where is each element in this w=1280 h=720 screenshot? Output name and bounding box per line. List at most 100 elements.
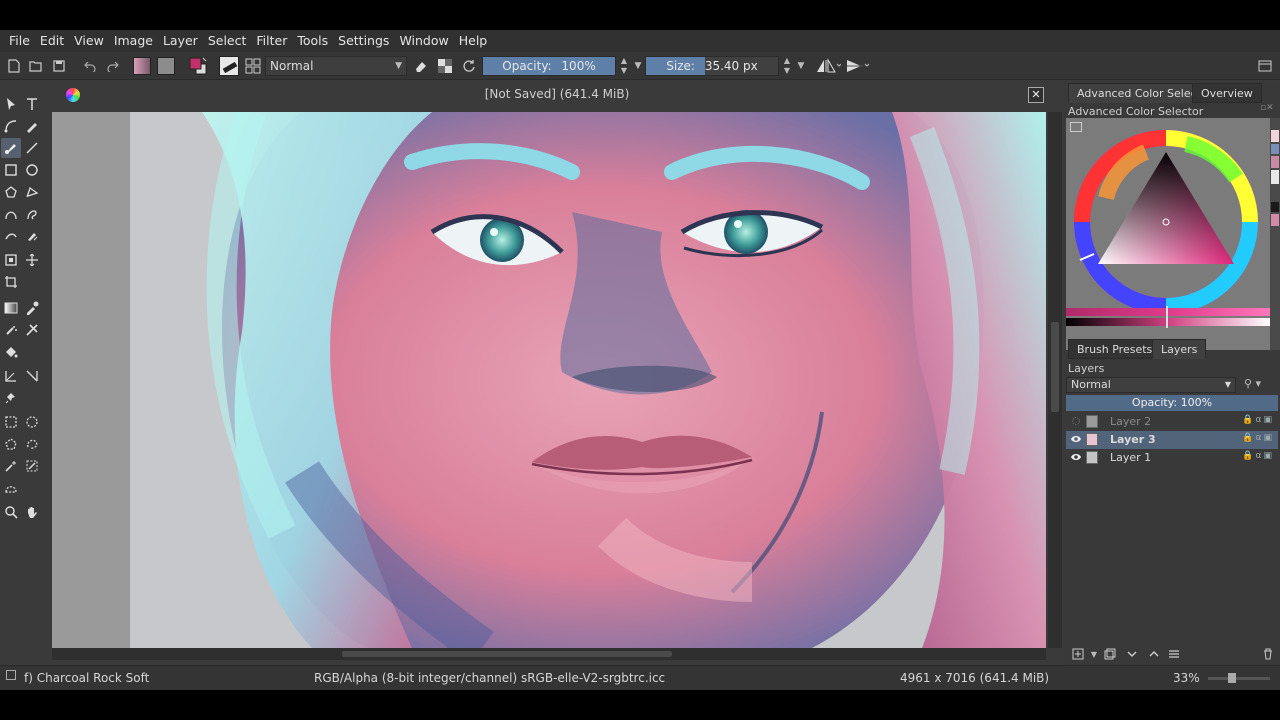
mirror-vertical-icon[interactable] bbox=[844, 56, 872, 76]
line-tool-icon[interactable] bbox=[22, 138, 42, 158]
zoom-slider[interactable] bbox=[1208, 677, 1270, 680]
layer-blend-mode-select[interactable]: Normal ▼ bbox=[1066, 377, 1236, 393]
gradient-tool-icon[interactable] bbox=[1, 298, 21, 318]
transform-tool-icon[interactable] bbox=[1, 250, 21, 270]
current-brush-name[interactable]: f) Charcoal Rock Soft bbox=[24, 671, 149, 685]
undo-icon[interactable] bbox=[82, 56, 98, 76]
swatch-6[interactable] bbox=[1271, 214, 1279, 226]
size-dropdown-icon[interactable]: ▼ bbox=[795, 56, 807, 76]
opacity-slider[interactable]: Opacity: 100% bbox=[482, 56, 616, 76]
move-layer-up-icon[interactable] bbox=[1146, 646, 1162, 662]
assistant-tool-icon[interactable] bbox=[22, 320, 42, 340]
measure-tool-icon[interactable] bbox=[1, 366, 21, 386]
layer-opacity-slider[interactable]: Opacity: 100% bbox=[1066, 395, 1278, 411]
reference-line-icon[interactable] bbox=[22, 366, 42, 386]
freehand-selection-icon[interactable] bbox=[22, 434, 42, 454]
add-layer-dropdown-icon[interactable]: ▼ bbox=[1086, 646, 1102, 662]
menu-image[interactable]: Image bbox=[109, 30, 158, 52]
size-slider[interactable]: Size: 35.40 px bbox=[645, 56, 779, 76]
rectangular-selection-icon[interactable] bbox=[1, 412, 21, 432]
tab-layers[interactable]: Layers bbox=[1152, 339, 1207, 359]
color-selector-area[interactable] bbox=[1066, 118, 1270, 350]
menu-edit[interactable]: Edit bbox=[35, 30, 69, 52]
brush-preset-status-icon[interactable] bbox=[6, 670, 16, 680]
zoom-tool-icon[interactable] bbox=[1, 502, 21, 522]
eraser-mode-icon[interactable] bbox=[412, 56, 430, 76]
fill-tool-icon[interactable] bbox=[1, 342, 21, 362]
opacity-spinner[interactable]: ▲ ▼ bbox=[618, 56, 630, 76]
tab-brush-presets[interactable]: Brush Presets bbox=[1068, 339, 1162, 359]
layer-properties-icon[interactable] bbox=[1166, 646, 1182, 662]
visibility-off-icon[interactable] bbox=[1070, 416, 1082, 429]
reference-images-icon[interactable] bbox=[1, 388, 21, 408]
text-tool-icon[interactable] bbox=[22, 94, 42, 114]
tab-overview[interactable]: Overview bbox=[1192, 83, 1262, 103]
menu-view[interactable]: View bbox=[69, 30, 109, 52]
polyline-tool-icon[interactable] bbox=[22, 182, 42, 202]
elliptical-selection-icon[interactable] bbox=[22, 412, 42, 432]
polygonal-selection-icon[interactable] bbox=[1, 434, 21, 454]
redo-icon[interactable] bbox=[105, 56, 121, 76]
layer-lock-alpha-icons[interactable]: 🔒α▣ bbox=[1242, 415, 1274, 425]
freehand-brush-icon[interactable] bbox=[1, 138, 21, 158]
drawing-canvas[interactable] bbox=[52, 112, 1046, 648]
layer-lock-alpha-icons[interactable]: 🔒α▣ bbox=[1242, 433, 1274, 443]
menu-filter[interactable]: Filter bbox=[251, 30, 292, 52]
brush-settings-icon[interactable] bbox=[243, 56, 263, 76]
opacity-dropdown-icon[interactable]: ▼ bbox=[632, 56, 644, 76]
gradient-preset-icon[interactable] bbox=[132, 56, 152, 76]
eye-icon[interactable] bbox=[1070, 434, 1082, 447]
smart-patch-icon[interactable] bbox=[1, 320, 21, 340]
zoom-slider-handle[interactable] bbox=[1228, 673, 1236, 683]
reload-preset-icon[interactable] bbox=[460, 56, 478, 76]
horizontal-scrollbar[interactable] bbox=[52, 648, 1046, 660]
toolbar-menu-icon[interactable] bbox=[1256, 56, 1274, 76]
pan-tool-icon[interactable] bbox=[22, 502, 42, 522]
edit-shapes-icon[interactable] bbox=[1, 116, 21, 136]
move-tool-icon[interactable] bbox=[22, 250, 42, 270]
swatch-3[interactable] bbox=[1271, 156, 1279, 168]
dynamic-brush-icon[interactable] bbox=[1, 226, 21, 246]
bezier-curve-icon[interactable] bbox=[1, 204, 21, 224]
duplicate-layer-icon[interactable] bbox=[1102, 646, 1118, 662]
multibrush-icon[interactable] bbox=[22, 226, 42, 246]
open-document-icon[interactable] bbox=[28, 56, 44, 76]
slider-handle[interactable] bbox=[1166, 306, 1168, 328]
layer-row-layer-1[interactable]: Layer 1 🔒α▣ bbox=[1066, 449, 1278, 467]
foreground-background-color-icon[interactable] bbox=[187, 56, 209, 76]
value-slider[interactable] bbox=[1066, 318, 1270, 326]
zoom-level[interactable]: 33% bbox=[1173, 671, 1200, 685]
similar-color-selection-icon[interactable] bbox=[22, 456, 42, 476]
preserve-alpha-icon[interactable] bbox=[436, 56, 454, 76]
size-spinner[interactable]: ▲ ▼ bbox=[781, 56, 793, 76]
swatch-5[interactable] bbox=[1271, 202, 1279, 212]
delete-layer-icon[interactable] bbox=[1260, 646, 1276, 662]
swatch-2[interactable] bbox=[1271, 144, 1279, 154]
vertical-scrollbar[interactable] bbox=[1048, 112, 1062, 648]
menu-select[interactable]: Select bbox=[203, 30, 252, 52]
selector-settings-icon[interactable] bbox=[1070, 122, 1082, 132]
crop-tool-icon[interactable] bbox=[1, 272, 21, 292]
select-shapes-icon[interactable] bbox=[1, 94, 21, 114]
pattern-preset-icon[interactable] bbox=[156, 56, 176, 76]
add-layer-icon[interactable] bbox=[1070, 646, 1086, 662]
layer-row-layer-2[interactable]: Layer 2 🔒α▣ bbox=[1066, 413, 1278, 431]
swatch-1[interactable] bbox=[1271, 130, 1279, 142]
mirror-horizontal-icon[interactable] bbox=[814, 56, 842, 76]
ellipse-tool-icon[interactable] bbox=[22, 160, 42, 180]
swatch-4[interactable] bbox=[1271, 170, 1279, 184]
calligraphy-icon[interactable] bbox=[22, 116, 42, 136]
horizontal-scrollbar-thumb[interactable] bbox=[342, 651, 672, 657]
bezier-selection-icon[interactable] bbox=[1, 478, 21, 498]
save-icon[interactable] bbox=[51, 56, 67, 76]
panel-float-close-icon[interactable]: ▫✕ bbox=[1260, 103, 1274, 113]
eye-icon[interactable] bbox=[1070, 452, 1082, 465]
close-document-button[interactable]: ✕ bbox=[1028, 87, 1044, 103]
brush-preset-icon[interactable] bbox=[218, 56, 240, 76]
hue-slider[interactable] bbox=[1066, 308, 1270, 316]
blend-mode-select[interactable]: Normal ▼ bbox=[265, 56, 407, 76]
new-document-icon[interactable] bbox=[6, 56, 22, 76]
freehand-path-icon[interactable] bbox=[22, 204, 42, 224]
polygon-tool-icon[interactable] bbox=[1, 182, 21, 202]
menu-file[interactable]: File bbox=[4, 30, 35, 52]
